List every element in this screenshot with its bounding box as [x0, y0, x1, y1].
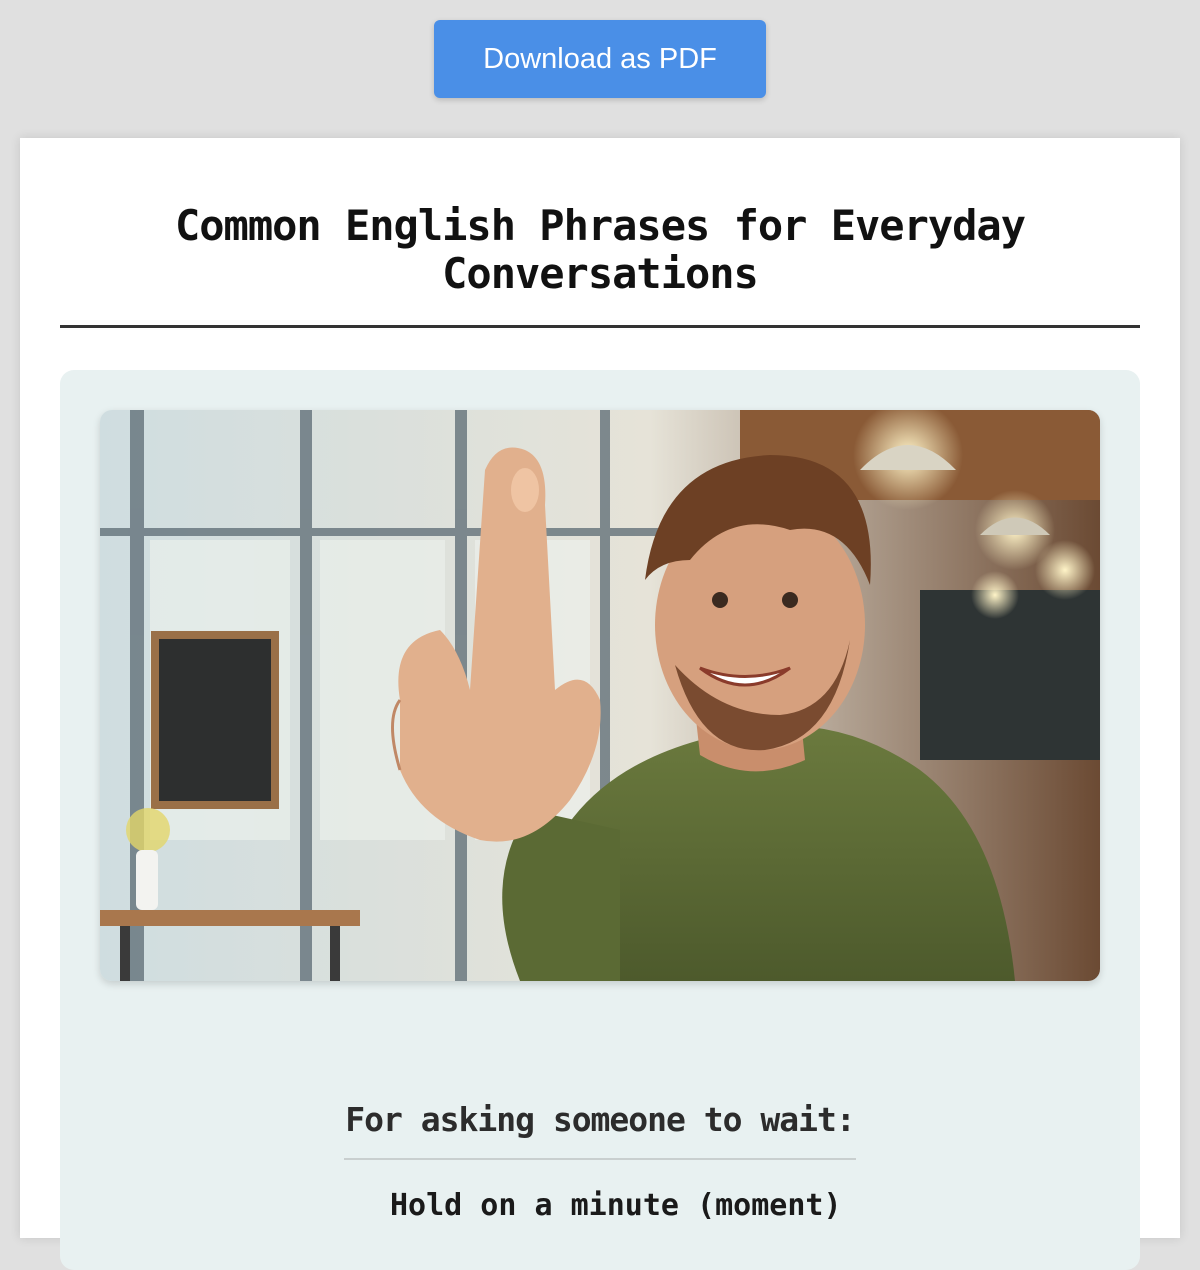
document-page: Common English Phrases for Everyday Conv…: [20, 138, 1180, 1270]
download-pdf-button[interactable]: Download as PDF: [434, 20, 766, 98]
section-heading-divider: [344, 1158, 856, 1160]
phrase-section-card: For asking someone to wait: Hold on a mi…: [60, 370, 1140, 1270]
title-divider: [60, 325, 1140, 328]
page-title: Common English Phrases for Everyday Conv…: [174, 201, 1026, 298]
man-raising-finger-photo: [100, 410, 1100, 981]
phrase-list-item: Hold on a minute (moment): [390, 1188, 842, 1223]
section-heading: For asking someone to wait:: [345, 1100, 855, 1139]
